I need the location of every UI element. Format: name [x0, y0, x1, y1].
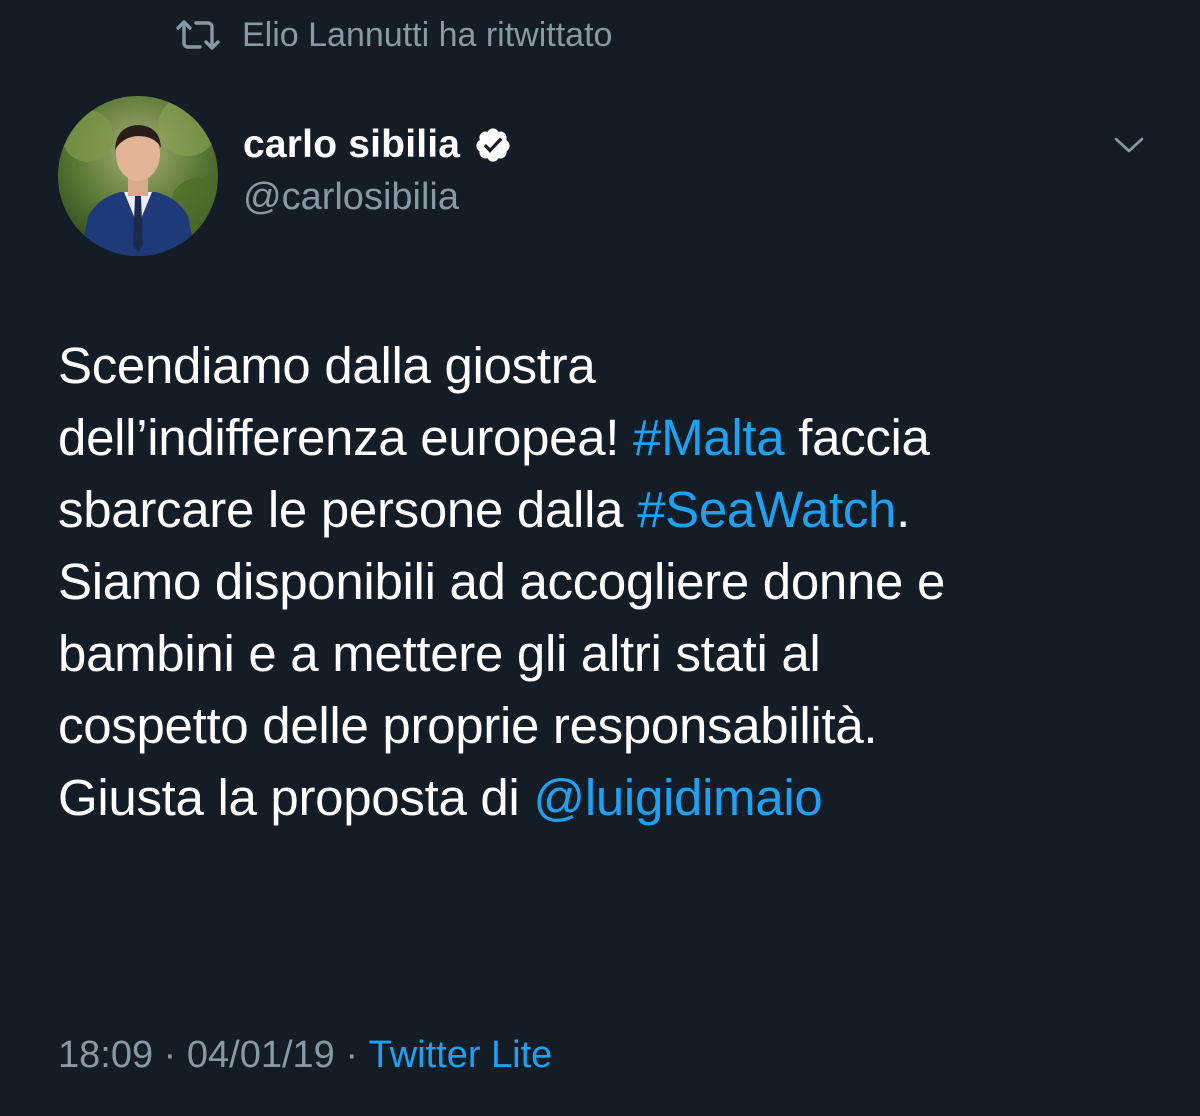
tweet-text-line: Scendiamo dalla giostra — [58, 330, 1168, 402]
tweet-text: Scendiamo dalla giostra dell’indifferenza… — [58, 330, 1168, 834]
tweet-text-segment: cospetto delle proprie responsabilità. — [58, 697, 878, 754]
verified-badge-icon — [474, 126, 512, 164]
avatar[interactable] — [58, 96, 218, 256]
tweet-text-line: Giusta la proposta di @luigidimaio — [58, 762, 1168, 834]
tweet-text-segment: sbarcare le persone dalla — [58, 481, 638, 538]
meta-separator: · — [153, 1033, 187, 1076]
mention-link[interactable]: @luigidimaio — [533, 769, 822, 826]
more-options-button[interactable] — [1110, 130, 1148, 164]
tweet-source-link[interactable]: Twitter Lite — [369, 1034, 553, 1077]
author-name-row[interactable]: carlo sibilia — [243, 120, 512, 170]
tweet-text-line: sbarcare le persone dalla #SeaWatch. — [58, 474, 1168, 546]
tweet-text-segment: bambini e a mettere gli altri stati al — [58, 625, 821, 682]
hashtag-link[interactable]: #Malta — [633, 409, 785, 466]
tweet-text-line: bambini e a mettere gli altri stati al — [58, 618, 1168, 690]
tweet-text-segment: Giusta la proposta di — [58, 769, 534, 826]
retweet-context[interactable]: Elio Lannutti ha ritwittato — [174, 12, 612, 58]
chevron-down-icon — [1114, 136, 1144, 159]
retweet-icon — [174, 15, 222, 55]
tweet-detail: Elio Lannutti ha ritwittato carlo sibili… — [0, 0, 1200, 1116]
tweet-time[interactable]: 18:09 — [58, 1034, 153, 1077]
tweet-text-line: Siamo disponibili ad accogliere donne e — [58, 546, 1168, 618]
tweet-text-segment: dell’indifferenza europea! — [58, 409, 634, 466]
tweet-text-segment: . — [896, 481, 910, 538]
tweet-text-line: cospetto delle proprie responsabilità. — [58, 690, 1168, 762]
author-handle[interactable]: @carlosibilia — [243, 176, 459, 219]
hashtag-link[interactable]: #SeaWatch — [637, 481, 896, 538]
tweet-meta: 18:09 · 04/01/19 · Twitter Lite — [58, 1028, 552, 1082]
tweet-text-segment: faccia — [784, 409, 930, 466]
tweet-text-segment: Scendiamo dalla giostra — [58, 337, 596, 394]
author-display-name[interactable]: carlo sibilia — [243, 123, 460, 167]
tweet-date[interactable]: 04/01/19 — [187, 1034, 335, 1077]
tweet-text-segment: Siamo disponibili ad accogliere donne e — [58, 553, 946, 610]
meta-separator: · — [334, 1033, 369, 1076]
tweet-text-line: dell’indifferenza europea! #Malta faccia — [58, 402, 1168, 474]
retweet-label: Elio Lannutti ha ritwittato — [242, 15, 613, 54]
